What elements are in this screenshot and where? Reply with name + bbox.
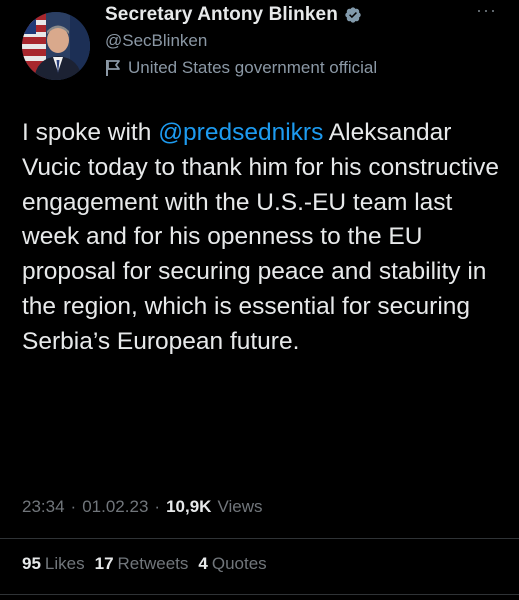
retweets-stat[interactable]: 17 Retweets (95, 554, 189, 574)
quotes-stat[interactable]: 4 Quotes (198, 554, 266, 574)
tweet-text-start: I spoke with (22, 119, 159, 146)
more-options-icon[interactable]: ··· (476, 0, 497, 21)
tweet-text: I spoke with @predsednikrs Aleksandar Vu… (22, 116, 502, 360)
tweet-time[interactable]: 23:34 (22, 497, 65, 517)
quotes-count: 4 (198, 554, 208, 573)
divider (0, 538, 519, 539)
label-text: United States government official (128, 58, 378, 77)
likes-label: Likes (44, 554, 85, 573)
author-display-name[interactable]: Secretary Antony Blinken (105, 4, 338, 26)
quotes-label: Quotes (211, 554, 267, 573)
separator: · (70, 497, 77, 516)
retweets-count: 17 (94, 554, 114, 573)
mention-link[interactable]: @predsednikrs (158, 119, 323, 146)
divider (0, 594, 519, 595)
engagement-stats: 95 Likes 17 Retweets 4 Quotes (22, 554, 267, 574)
likes-count: 95 (22, 554, 41, 573)
retweets-label: Retweets (117, 554, 189, 573)
flag-icon (105, 59, 121, 77)
tweet-text-rest: Aleksandar Vucic today to thank him for … (22, 119, 500, 355)
separator: · (154, 497, 161, 516)
tweet-date[interactable]: 01.02.23 (82, 497, 148, 517)
government-label: United States government official (105, 58, 377, 78)
likes-stat[interactable]: 95 Likes (22, 554, 85, 574)
author-handle[interactable]: @SecBlinken (105, 31, 207, 51)
avatar[interactable] (22, 12, 90, 80)
author-name-row: Secretary Antony Blinken (105, 4, 362, 26)
tweet-detail: Secretary Antony Blinken @SecBlinken Uni… (0, 0, 519, 600)
views-label: Views (217, 497, 263, 516)
tweet-meta: 23:34 · 01.02.23 · 10,9K Views (22, 497, 263, 517)
verified-badge-icon (344, 6, 362, 24)
avatar-image (22, 12, 90, 80)
views-count: 10,9K (166, 497, 212, 516)
